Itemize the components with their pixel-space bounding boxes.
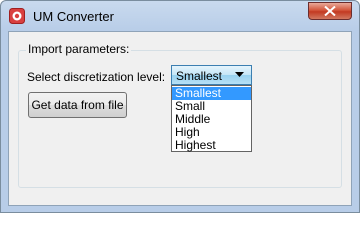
get-data-button[interactable]: Get data from file xyxy=(28,92,127,118)
close-button[interactable] xyxy=(308,2,352,20)
discretization-select[interactable]: Smallest xyxy=(171,65,252,85)
title-bar[interactable]: UM Converter xyxy=(1,1,359,31)
discretization-label: Select discretization level: xyxy=(27,70,166,84)
discretization-dropdown-list: Smallest Small Middle High Highest xyxy=(171,85,252,152)
app-icon xyxy=(9,8,25,24)
chevron-down-icon xyxy=(235,72,244,77)
window-title: UM Converter xyxy=(33,9,114,24)
app-window: UM Converter Import parameters: Select d… xyxy=(0,0,360,213)
select-value: Smallest xyxy=(176,69,223,83)
close-icon xyxy=(324,6,336,16)
dropdown-option-highest[interactable]: Highest xyxy=(172,139,251,152)
group-title: Import parameters: xyxy=(26,42,132,56)
dialog-body: Import parameters: Select discretization… xyxy=(8,31,352,206)
